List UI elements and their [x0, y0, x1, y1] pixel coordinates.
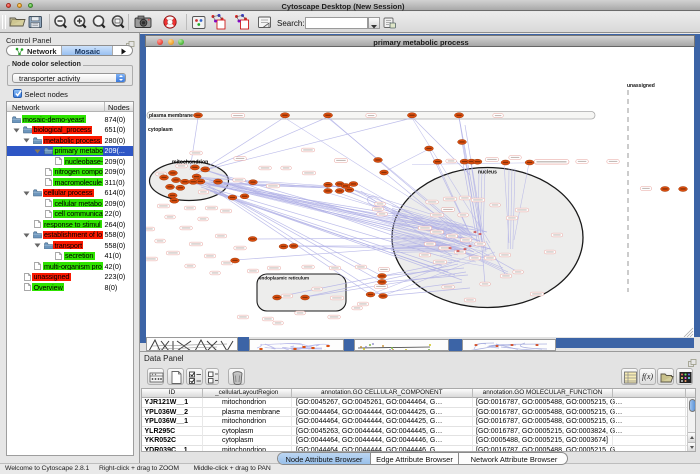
svg-text:mitochondrion: mitochondrion: [172, 160, 208, 166]
svg-text:plasma membrane: plasma membrane: [149, 113, 193, 119]
svg-text:endoplasmic reticulum: endoplasmic reticulum: [259, 276, 309, 281]
svg-text:cytoplasm: cytoplasm: [148, 127, 173, 133]
svg-text:unassigned: unassigned: [627, 83, 655, 89]
svg-text:nucleus: nucleus: [478, 170, 497, 176]
